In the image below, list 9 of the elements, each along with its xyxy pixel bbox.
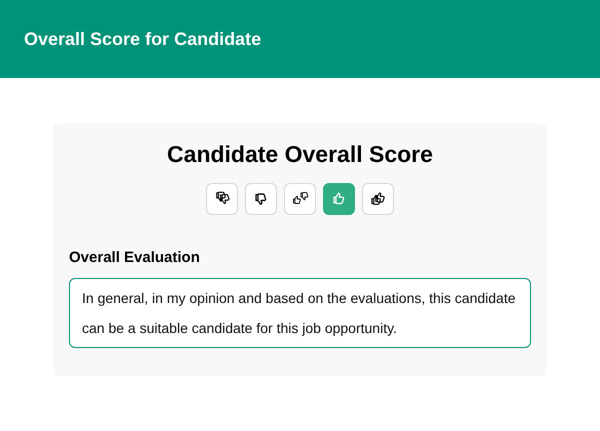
rating-button[interactable] xyxy=(206,183,238,215)
evaluation-field[interactable]: In general, in my opinion and based on the evaluations, this candidate can be a suitable candidate for this job opportunity. xyxy=(69,278,531,348)
rating-button[interactable] xyxy=(245,183,277,215)
double-thumbs-up-icon xyxy=(369,190,387,208)
evaluation-label: Overall Evaluation xyxy=(69,248,201,268)
page-title: Overall Score for Candidate xyxy=(24,28,262,50)
rating-button[interactable] xyxy=(362,183,394,215)
rating-button[interactable] xyxy=(284,183,316,215)
card-title: Candidate Overall Score xyxy=(166,140,434,169)
